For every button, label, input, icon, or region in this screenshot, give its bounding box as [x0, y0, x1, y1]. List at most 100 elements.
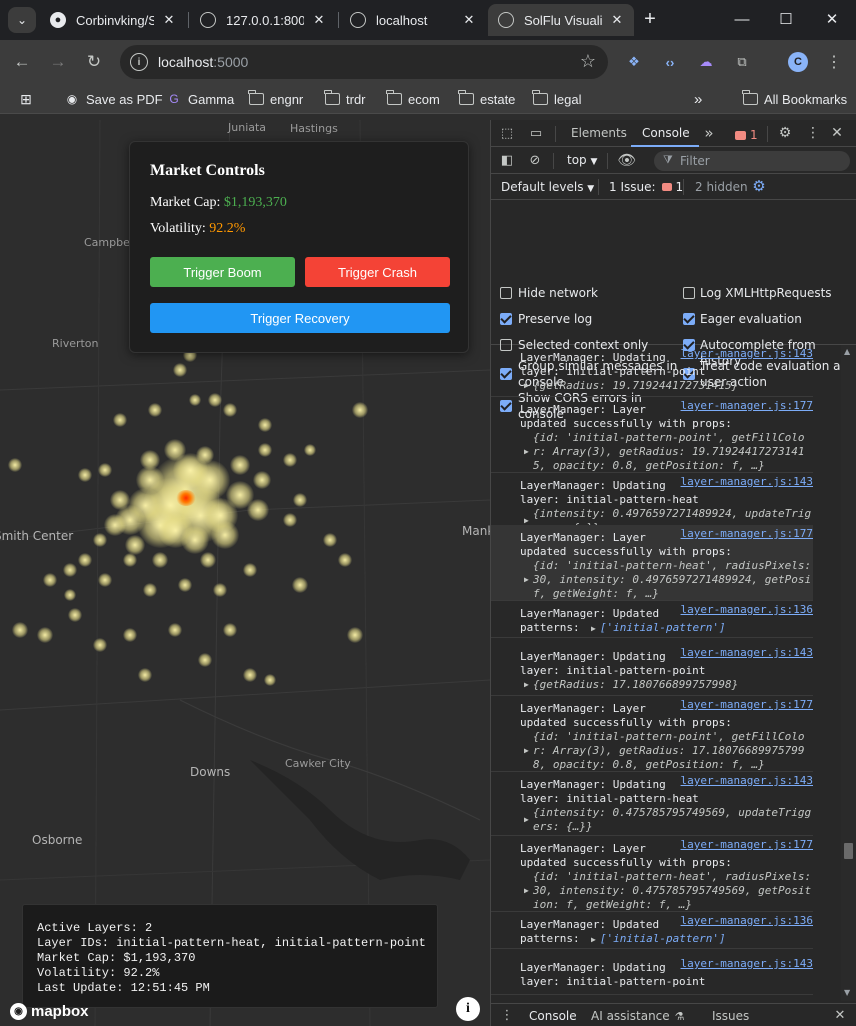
expand-triangle-icon[interactable]: ▶: [591, 624, 596, 633]
close-icon[interactable]: ✕: [160, 11, 178, 29]
object-preview-line[interactable]: 30, intensity: 0.475785795749569, getPos…: [533, 884, 811, 897]
url-text[interactable]: localhost:5000: [158, 54, 248, 70]
expand-triangle-icon[interactable]: ▶: [524, 886, 529, 895]
bookmark-folder-ecom[interactable]: ecom: [386, 90, 440, 108]
bookmark-folder-engnr[interactable]: engnr: [248, 90, 303, 108]
source-link[interactable]: layer-manager.js:143: [681, 347, 813, 360]
inspect-element-icon[interactable]: ⬚: [499, 125, 515, 141]
source-link[interactable]: layer-manager.js:136: [681, 914, 813, 927]
expand-triangle-icon[interactable]: ▶: [524, 815, 529, 824]
object-preview-line[interactable]: {getRadius: 19.719244172731415}: [533, 379, 738, 392]
expand-triangle-icon[interactable]: ▶: [524, 680, 529, 689]
source-link[interactable]: layer-manager.js:143: [681, 646, 813, 659]
trigger-crash-button[interactable]: Trigger Crash: [305, 257, 450, 287]
tab-local-8006[interactable]: 127.0.0.1:8006 ✕: [190, 4, 336, 36]
bookmark-folder-legal[interactable]: legal: [532, 90, 581, 108]
console-message[interactable]: LayerManager: Layer updated successfully …: [491, 696, 813, 772]
eager-eval-checkbox[interactable]: [683, 313, 695, 325]
devtools-menu-icon[interactable]: ⋮: [805, 125, 821, 141]
settings-gear-icon[interactable]: ⚙: [777, 125, 793, 141]
drawer-menu-icon[interactable]: ⋮: [501, 1007, 514, 1023]
source-link[interactable]: layer-manager.js:143: [681, 957, 813, 970]
trigger-recovery-button[interactable]: Trigger Recovery: [150, 303, 450, 333]
bookmark-save-as-pdf[interactable]: ◉ Save as PDF: [64, 90, 163, 108]
source-link[interactable]: layer-manager.js:143: [681, 475, 813, 488]
source-link[interactable]: layer-manager.js:136: [681, 603, 813, 616]
trigger-boom-button[interactable]: Trigger Boom: [150, 257, 295, 287]
scroll-down-icon[interactable]: ▼: [844, 988, 850, 997]
expand-triangle-icon[interactable]: ▶: [591, 935, 596, 944]
forward-arrow-icon[interactable]: →: [44, 48, 72, 76]
object-preview-line[interactable]: f, getWeight: f, …}: [533, 587, 659, 600]
tab-localhost[interactable]: localhost ✕: [340, 4, 486, 36]
preserve-log-checkbox[interactable]: [500, 313, 512, 325]
object-preview-line[interactable]: 8, opacity: 0.8, getPosition: f, …}: [533, 758, 765, 771]
kebab-menu-icon[interactable]: ⋮: [824, 52, 844, 72]
object-preview-line[interactable]: ion: f, getWeight: f, …}: [533, 898, 692, 911]
console-message[interactable]: LayerManager: Updated patterns: layer-mana…: [491, 912, 813, 949]
source-link[interactable]: layer-manager.js:177: [681, 527, 813, 540]
bookmarks-overflow-icon[interactable]: »: [694, 90, 702, 108]
object-preview-line[interactable]: {id: 'initial-pattern-point', getFillCol…: [533, 431, 805, 444]
tab-search-chevron-icon[interactable]: ⌄: [8, 7, 36, 33]
console-scrollbar[interactable]: ▲ ▼: [841, 345, 856, 1001]
context-selector[interactable]: top ▼: [567, 153, 597, 167]
tab-console[interactable]: Console: [642, 126, 690, 140]
new-tab-button[interactable]: +: [630, 6, 670, 32]
console-message[interactable]: LayerManager: Layer updated successfully …: [491, 525, 813, 601]
object-preview-line[interactable]: {id: 'initial-pattern-heat', radiusPixel…: [533, 870, 811, 883]
bookmark-star-icon[interactable]: ☆: [580, 51, 596, 72]
console-message[interactable]: LayerManager: Layer updated successfully …: [491, 836, 813, 912]
log-levels-dropdown[interactable]: Default levels ▼: [501, 180, 594, 194]
close-window-button[interactable]: ✕: [812, 6, 852, 32]
apps-grid-icon[interactable]: ⊞: [18, 90, 40, 108]
drawer-tab-ai-assistance[interactable]: AI assistance ⚗: [591, 1009, 685, 1023]
console-filter-input[interactable]: ⧩ Filter: [654, 151, 850, 171]
bookmark-folder-estate[interactable]: estate: [458, 90, 515, 108]
object-preview[interactable]: ▶ ['initial-pattern']: [591, 621, 726, 634]
expand-triangle-icon[interactable]: ▶: [524, 447, 529, 456]
minimize-button[interactable]: —: [722, 6, 762, 32]
address-bar[interactable]: i localhost:5000 ☆: [120, 45, 608, 79]
source-link[interactable]: layer-manager.js:177: [681, 698, 813, 711]
console-message[interactable]: LayerManager: Updating layer: initial-pat…: [491, 345, 813, 397]
code-extension-icon[interactable]: ‹›: [660, 52, 680, 72]
cloud-extension-icon[interactable]: ☁: [696, 52, 716, 72]
object-preview-line[interactable]: r: Array(3), getRadius: 19.7192441727314…: [533, 445, 805, 458]
object-preview[interactable]: ▶ ['initial-pattern']: [591, 932, 726, 945]
console-message[interactable]: LayerManager: Layer updated successfully …: [491, 397, 813, 473]
object-preview-line[interactable]: 5, opacity: 0.8, getPosition: f, …}: [533, 459, 765, 472]
error-badge[interactable]: 1: [735, 128, 758, 142]
bookmark-gamma[interactable]: G Gamma: [166, 90, 234, 108]
source-link[interactable]: layer-manager.js:177: [681, 838, 813, 851]
object-preview-line[interactable]: r: Array(3), getRadius: 17.1807668997579…: [533, 744, 805, 757]
tab-elements[interactable]: Elements: [571, 126, 627, 140]
expand-triangle-icon[interactable]: ▶: [524, 746, 529, 755]
back-arrow-icon[interactable]: ←: [8, 48, 36, 76]
object-preview-line[interactable]: {intensity: 0.475785795749569, updateTri…: [533, 806, 811, 819]
log-xhr-checkbox[interactable]: [683, 287, 695, 299]
object-preview-line[interactable]: {id: 'initial-pattern-point', getFillCol…: [533, 730, 805, 743]
bookmark-folder-trdr[interactable]: trdr: [324, 90, 366, 108]
scroll-up-icon[interactable]: ▲: [844, 347, 850, 356]
map-canvas[interactable]: Juniata Hastings Campbell Riverton Smith…: [0, 120, 490, 1026]
drawer-tab-console[interactable]: Console: [529, 1009, 577, 1023]
console-message[interactable]: LayerManager: Updating layer: initial-pat…: [491, 955, 813, 995]
clear-console-icon[interactable]: ⊘: [527, 152, 543, 168]
console-message[interactable]: LayerManager: Updating layer: initial-pat…: [491, 772, 813, 836]
extension-puzzle-blue-icon[interactable]: ❖: [624, 52, 644, 72]
close-drawer-icon[interactable]: ✕: [833, 1007, 847, 1023]
close-icon[interactable]: ✕: [310, 11, 328, 29]
scrollbar-thumb[interactable]: [844, 843, 853, 859]
object-preview-line[interactable]: 30, intensity: 0.4976597271489924, getPo…: [533, 573, 811, 586]
extensions-icon[interactable]: ⧉: [732, 52, 752, 72]
object-preview-line[interactable]: ers: {…}}: [533, 820, 593, 833]
sidebar-toggle-icon[interactable]: ◧: [499, 152, 515, 168]
object-preview-line[interactable]: {id: 'initial-pattern-heat', radiusPixel…: [533, 559, 811, 572]
device-toolbar-icon[interactable]: ▭: [527, 125, 545, 141]
console-message[interactable]: LayerManager: Updated patterns: layer-mana…: [491, 601, 813, 638]
tab-solflu[interactable]: SolFlu Visualiza ✕: [488, 4, 634, 36]
console-settings-gear-icon[interactable]: ⚙: [751, 177, 767, 195]
console-message[interactable]: LayerManager: Updating layer: initial-pat…: [491, 644, 813, 696]
more-tabs-icon[interactable]: »: [701, 124, 717, 142]
